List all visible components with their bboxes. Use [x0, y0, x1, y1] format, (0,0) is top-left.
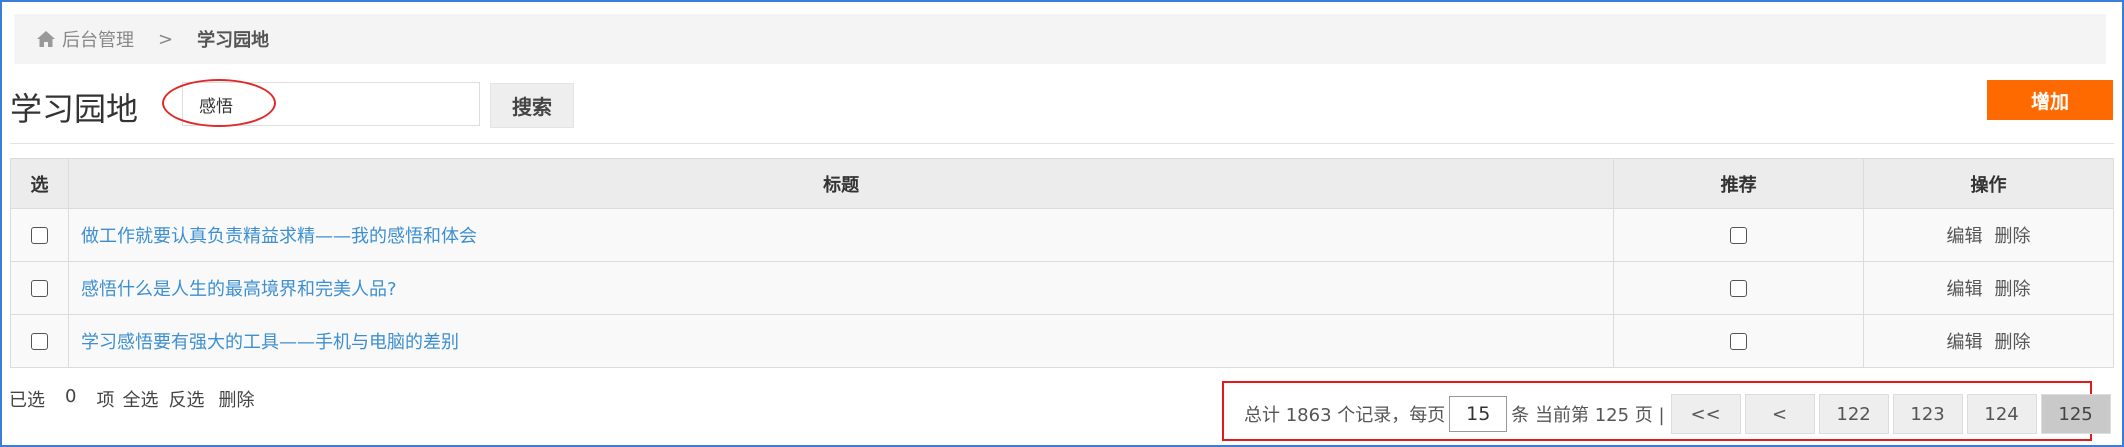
selected-suffix: 项 [96, 390, 115, 411]
table-header-row: 选 标题 推荐 操作 [10, 158, 2114, 209]
row-delete-link[interactable]: 删除 [1995, 279, 2031, 300]
table-row: 学习感悟要有强大的工具——手机与电脑的差别 编辑 删除 [10, 314, 2114, 368]
table-row: 做工作就要认真负责精益求精——我的感悟和体会 编辑 删除 [10, 208, 2114, 262]
row-select-cell [10, 208, 69, 262]
row-actions-cell: 编辑 删除 [1863, 314, 2114, 368]
page-size-input[interactable] [1449, 396, 1508, 432]
page-button-122[interactable]: 122 [1818, 394, 1889, 434]
row-delete-link[interactable]: 删除 [1995, 226, 2031, 247]
breadcrumb-current: 学习园地 [197, 30, 270, 51]
row-recommend-cell [1613, 208, 1865, 262]
divider [10, 143, 2114, 144]
row-select-checkbox[interactable] [30, 280, 48, 297]
row-recommend-checkbox[interactable] [1730, 280, 1748, 297]
pager-summary: 总计 1863 个记录，每页 [1244, 405, 1446, 426]
row-delete-link[interactable]: 删除 [1995, 332, 2031, 353]
column-header-select: 选 [10, 158, 69, 209]
row-edit-link[interactable]: 编辑 [1947, 332, 1983, 353]
search-button[interactable]: 搜索 [490, 83, 574, 128]
page-button-124[interactable]: 124 [1966, 394, 2037, 434]
row-recommend-checkbox[interactable] [1730, 227, 1748, 244]
add-button[interactable]: 增加 [1987, 80, 2113, 120]
row-recommend-cell [1613, 314, 1865, 368]
column-header-title: 标题 [67, 158, 1615, 209]
page-button-current[interactable]: 125 [2040, 394, 2111, 434]
prev-page-button[interactable]: < [1744, 394, 1815, 434]
row-edit-link[interactable]: 编辑 [1947, 226, 1983, 247]
pager-current-info: 条 当前第 125 页 | [1511, 405, 1665, 426]
breadcrumb: 后台管理 > 学习园地 [14, 14, 2106, 64]
first-page-button[interactable]: << [1670, 394, 1741, 434]
row-recommend-cell [1613, 261, 1865, 315]
search-input[interactable] [182, 82, 480, 126]
row-title-link[interactable]: 感悟什么是人生的最高境界和完美人品? [81, 279, 397, 300]
pagination: 总计 1863 个记录，每页 条 当前第 125 页 | << < 122 12… [1244, 394, 2111, 434]
row-select-cell [10, 261, 69, 315]
article-table: 选 标题 推荐 操作 做工作就要认真负责精益求精——我的感悟和体会 编辑 删除 感… [10, 158, 2114, 368]
bulk-actions-bar: 已选 0 项 全选 反选 删除 [9, 386, 254, 412]
row-title-cell: 学习感悟要有强大的工具——手机与电脑的差别 [67, 314, 1615, 368]
page-title: 学习园地 [10, 90, 139, 128]
row-select-cell [10, 314, 69, 368]
bulk-delete-link[interactable]: 删除 [218, 386, 254, 412]
breadcrumb-separator: > [158, 28, 174, 50]
row-recommend-checkbox[interactable] [1730, 333, 1748, 350]
page-button-123[interactable]: 123 [1892, 394, 1963, 434]
select-all-link[interactable]: 全选 [122, 386, 158, 412]
breadcrumb-home-link[interactable]: 后台管理 [62, 26, 134, 52]
column-header-actions: 操作 [1863, 158, 2114, 209]
row-edit-link[interactable]: 编辑 [1947, 279, 1983, 300]
row-actions-cell: 编辑 删除 [1863, 208, 2114, 262]
row-select-checkbox[interactable] [30, 227, 48, 244]
row-title-link[interactable]: 学习感悟要有强大的工具——手机与电脑的差别 [81, 332, 459, 353]
row-title-cell: 做工作就要认真负责精益求精——我的感悟和体会 [67, 208, 1615, 262]
column-header-recommend: 推荐 [1613, 158, 1865, 209]
title-row: 学习园地 搜索 增加 [10, 79, 2114, 130]
selected-count: 0 [65, 386, 77, 407]
selected-prefix: 已选 [9, 390, 45, 411]
row-actions-cell: 编辑 删除 [1863, 261, 2114, 315]
invert-selection-link[interactable]: 反选 [168, 386, 204, 412]
row-title-cell: 感悟什么是人生的最高境界和完美人品? [67, 261, 1615, 315]
home-icon [37, 31, 55, 47]
table-row: 感悟什么是人生的最高境界和完美人品? 编辑 删除 [10, 261, 2114, 315]
row-select-checkbox[interactable] [30, 333, 48, 350]
row-title-link[interactable]: 做工作就要认真负责精益求精——我的感悟和体会 [81, 226, 477, 247]
